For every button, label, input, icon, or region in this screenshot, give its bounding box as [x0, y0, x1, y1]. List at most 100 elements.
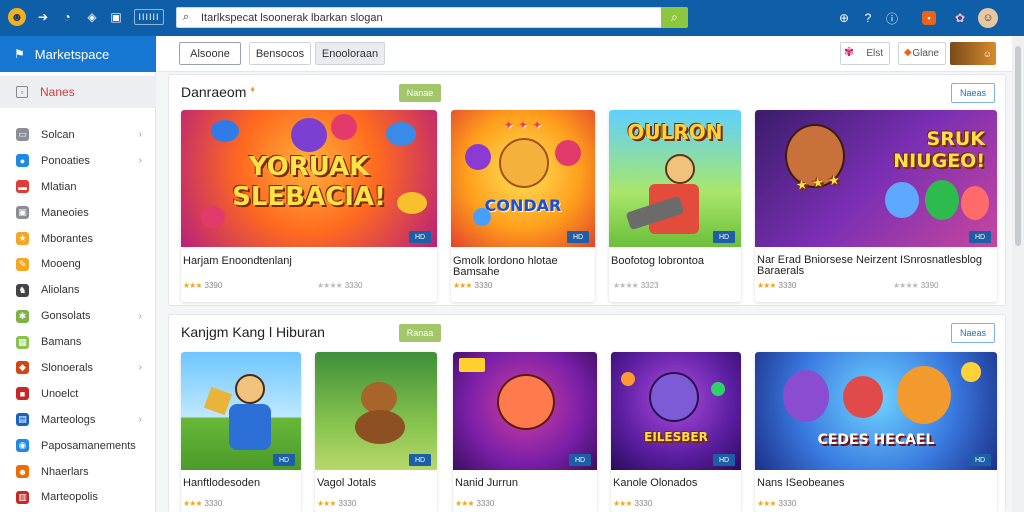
search-input[interactable]: [201, 10, 641, 25]
clock-icon[interactable]: ◔: [58, 8, 76, 26]
game-title[interactable]: Nanid Jurrun: [455, 478, 593, 489]
sidebar-item[interactable]: ★ Mborantes: [0, 226, 156, 252]
rating-stars: ★★★ 3330: [455, 499, 495, 508]
game-card[interactable]: ✦ ✦ ✦ CONDAR HD Gmolk lordono hlotae Bam…: [451, 110, 595, 302]
game-card[interactable]: EILESBER HD Kanole Olonados ★★★ 3330: [611, 352, 741, 512]
rating-stars-secondary: ★★★★ 3390: [893, 281, 939, 290]
game-thumbnail[interactable]: HD: [453, 352, 597, 470]
chevron-right-icon[interactable]: ›: [139, 311, 142, 322]
star-icon: ★: [16, 232, 29, 245]
tile-icon: ■: [16, 387, 29, 401]
game-art-title: EILESBER: [644, 430, 708, 444]
sidebar-item[interactable]: ▥ Marteopolis: [0, 484, 156, 510]
sidebar-title: Marketspace: [34, 46, 110, 62]
sidebar-item-label: Aliolans: [41, 284, 80, 297]
section-badge[interactable]: Nanae: [399, 84, 441, 102]
sidebar-item[interactable]: ▭ Solcan ›: [0, 122, 156, 148]
game-card[interactable]: HD Vagol Jotals ★★★ 3330: [315, 352, 437, 512]
coin-icon: ◉: [16, 439, 29, 453]
game-title[interactable]: Nar Erad Bniorsese Neirzent ISnrosnatles…: [757, 255, 993, 277]
fire-icon: ♦: [250, 84, 255, 94]
game-card[interactable]: HD Nanid Jurrun ★★★ 3330: [453, 352, 597, 512]
sidebar-item[interactable]: ▤ Marteologs ›: [0, 407, 156, 433]
game-title[interactable]: Vagol Jotals: [317, 478, 433, 489]
sidebar-item[interactable]: ✱ Gonsolats ›: [0, 303, 156, 329]
filter-tab-1[interactable]: Alsoone: [179, 42, 241, 65]
hd-badge: HD: [713, 231, 735, 243]
sidebar-item-label: Maneoies: [41, 206, 89, 219]
filter-tag-button[interactable]: ◆ Glane: [898, 42, 946, 65]
chevron-right-icon[interactable]: ›: [139, 362, 142, 373]
sidebar-header[interactable]: ⚑ Marketspace: [0, 36, 156, 72]
sidebar-item[interactable]: ◉ Paposamanements: [0, 433, 156, 459]
info-icon[interactable]: ⓘ: [882, 8, 902, 28]
rating-stars-secondary: ★★★★ 3323: [613, 281, 659, 290]
game-title[interactable]: Nans ISeobeanes: [757, 478, 993, 489]
sidebar-item[interactable]: ● Ponoaties ›: [0, 148, 156, 174]
grid-menu-button[interactable]: IIIIII: [134, 9, 164, 25]
game-title[interactable]: Kanole Olonados: [613, 478, 737, 489]
user-avatar[interactable]: ☺: [978, 8, 998, 28]
shield-icon[interactable]: ◈: [83, 8, 101, 26]
sidebar-item[interactable]: ▣ Maneoies: [0, 200, 156, 226]
sidebar-item-active[interactable]: ▫ Nanes: [0, 76, 156, 108]
game-thumbnail[interactable]: SRUK NIUGEO! ★ ★ ★ HD: [755, 110, 997, 247]
game-title[interactable]: Harjam Enoondtenlanj: [183, 256, 433, 267]
sidebar-item-label: Marteologs: [41, 413, 96, 426]
filter-button-label: Glane: [912, 48, 939, 59]
game-thumbnail[interactable]: HD: [315, 352, 437, 470]
forward-icon[interactable]: ➔: [34, 8, 52, 26]
game-card[interactable]: OULRON HD Boofotog lobrontoa ★★★★ 3323: [609, 110, 741, 302]
game-title[interactable]: Boofotog lobrontoa: [611, 256, 737, 267]
game-card[interactable]: CEDES HECAEL HD Nans ISeobeanes ★★★ 3330: [755, 352, 997, 512]
game-card[interactable]: YORUAK SLEBACIA! HD Harjam Enoondtenlanj…: [181, 110, 437, 302]
filter-character-button[interactable]: ✾ Elst: [840, 42, 890, 65]
section-badge[interactable]: Ranaa: [399, 324, 441, 342]
sidebar-item[interactable]: ▬ Mlatian: [0, 174, 156, 200]
game-art-title: CEDES HECAEL: [817, 432, 935, 448]
sidebar-item[interactable]: ♞ Aliolans: [0, 277, 156, 303]
filter-tab-3[interactable]: Enooloraan: [315, 42, 385, 65]
game-card[interactable]: HD Hanftlodesoden ★★★ 3330: [181, 352, 301, 512]
city-icon: ▥: [16, 490, 29, 504]
see-more-button[interactable]: Naeas: [951, 323, 995, 343]
sidebar-item-label: Bamans: [41, 336, 82, 349]
sidebar-item[interactable]: ✎ Mooeng: [0, 251, 156, 277]
globe-icon[interactable]: ⊕: [834, 8, 854, 28]
sidebar-item-label: Nhaerlars: [41, 465, 89, 478]
search-bar[interactable]: ⌕: [176, 7, 662, 28]
scrollbar-thumb[interactable]: [1015, 46, 1021, 246]
section-entertainment: Kanjgm Kang l Hiburan Ranaa Naeas HD Han…: [168, 314, 1006, 512]
game-card[interactable]: SRUK NIUGEO! ★ ★ ★ HD Nar Erad Bniorsese…: [755, 110, 997, 302]
character-icon[interactable]: ✿: [950, 8, 970, 28]
logo-icon[interactable]: ☻: [8, 8, 26, 26]
game-thumbnail[interactable]: OULRON HD: [609, 110, 741, 247]
sidebar-item[interactable]: ■ Unoelct: [0, 381, 156, 407]
sidebar-item[interactable]: ▦ Bamans: [0, 329, 156, 355]
search-button[interactable]: ⌕: [661, 7, 688, 28]
section-title: Kanjgm Kang l Hiburan: [181, 324, 325, 340]
game-thumbnail[interactable]: YORUAK SLEBACIA! HD: [181, 110, 437, 247]
filter-tab-2[interactable]: Bensocos: [249, 42, 311, 65]
profile-thumbnail[interactable]: ☺: [950, 42, 996, 65]
pencil-icon: ✎: [16, 257, 29, 271]
chevron-right-icon[interactable]: ›: [139, 155, 142, 166]
chevron-right-icon[interactable]: ›: [139, 129, 142, 140]
gift-icon[interactable]: ▪: [922, 11, 936, 25]
hd-badge: HD: [409, 454, 431, 466]
chat-icon[interactable]: ▣: [107, 8, 125, 26]
game-thumbnail[interactable]: HD: [181, 352, 301, 470]
game-title[interactable]: Gmolk lordono hlotae Bamsahe: [453, 256, 591, 278]
sidebar-item[interactable]: ◆ Slonoerals ›: [0, 355, 156, 381]
chevron-right-icon[interactable]: ›: [139, 414, 142, 425]
help-icon[interactable]: ?: [858, 8, 878, 28]
game-thumbnail[interactable]: EILESBER HD: [611, 352, 741, 470]
game-thumbnail[interactable]: CEDES HECAEL HD: [755, 352, 997, 470]
tag-icon: ◆: [904, 47, 912, 58]
game-thumbnail[interactable]: ✦ ✦ ✦ CONDAR HD: [451, 110, 595, 247]
game-title[interactable]: Hanftlodesoden: [183, 478, 297, 489]
see-more-button[interactable]: Naeas: [951, 83, 995, 103]
sidebar-item-label: Solcan: [41, 128, 75, 141]
page-scrollbar[interactable]: [1012, 36, 1024, 512]
sidebar-item[interactable]: ☻ Nhaerlars: [0, 459, 156, 485]
